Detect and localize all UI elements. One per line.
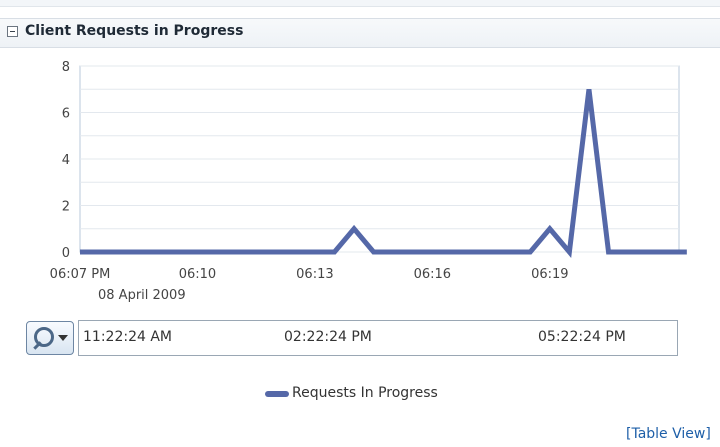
time-label-2: 02:22:24 PM [284, 329, 372, 345]
x-tick-label: 06:13 [296, 267, 333, 282]
x-tick-label: 06:07 PM [50, 267, 111, 282]
y-tick-label: 2 [62, 200, 70, 215]
legend-label: Requests In Progress [292, 385, 438, 401]
x-axis-date: 08 April 2009 [98, 288, 186, 303]
time-range-selector[interactable]: 11:22:24 AM 02:22:24 PM 05:22:24 PM [78, 320, 678, 356]
x-tick-label: 06:10 [179, 267, 216, 282]
table-view-link[interactable]: [Table View] [626, 426, 711, 442]
x-axis: 06:07 PM 06:10 06:13 06:16 06:19 [50, 267, 569, 282]
top-border [0, 0, 720, 7]
panel-header: Client Requests in Progress [0, 18, 720, 48]
legend-swatch [265, 391, 289, 397]
chevron-down-icon [58, 335, 68, 341]
y-axis: 0 2 4 6 8 [62, 60, 70, 261]
requests-chart: 0 2 4 6 8 06:07 PM 06:10 06:13 06:16 06:19 [50, 60, 687, 282]
zoom-button[interactable] [26, 321, 74, 355]
y-tick-label: 0 [62, 246, 70, 261]
y-tick-label: 4 [62, 153, 70, 168]
time-label-1: 11:22:24 AM [83, 329, 172, 345]
x-tick-label: 06:16 [414, 267, 451, 282]
time-label-3: 05:22:24 PM [538, 329, 626, 345]
x-tick-label: 06:19 [531, 267, 568, 282]
y-tick-label: 8 [62, 60, 70, 75]
collapse-icon[interactable] [7, 26, 18, 37]
y-tick-label: 6 [62, 107, 70, 122]
panel-title: Client Requests in Progress [25, 23, 244, 39]
